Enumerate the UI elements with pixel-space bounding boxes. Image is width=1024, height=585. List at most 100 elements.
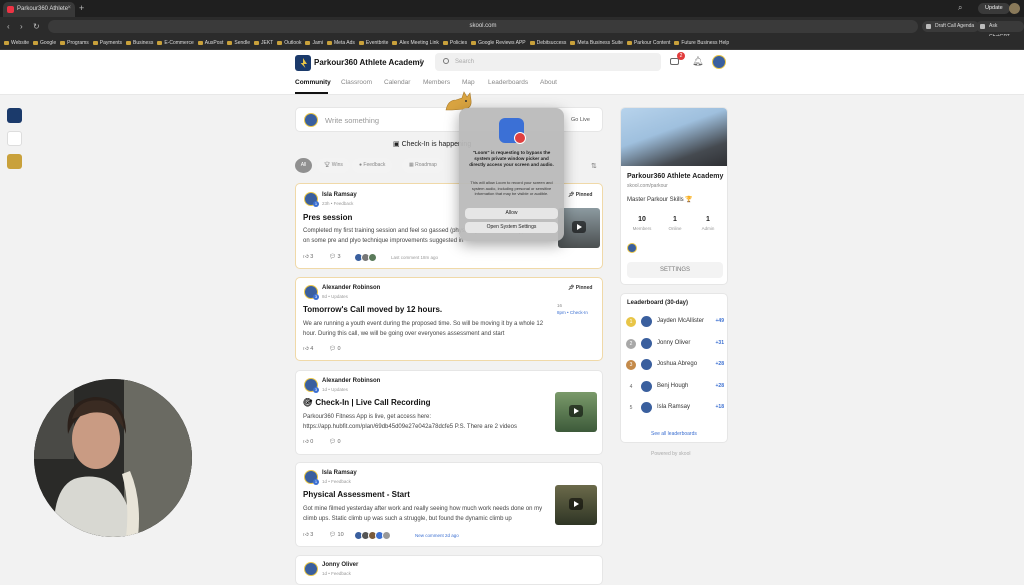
bookmark-item[interactable]: Meta Ads: [327, 36, 355, 49]
video-thumbnail[interactable]: [555, 392, 597, 432]
comment-count[interactable]: 💬︎ 3: [329, 254, 341, 260]
community-logo[interactable]: [295, 55, 311, 71]
open-system-settings-button[interactable]: Open System Settings: [465, 222, 558, 233]
author-name[interactable]: Isla Ramsay: [322, 470, 357, 476]
bookmark-item[interactable]: E-Commerce: [157, 36, 194, 49]
filter-feedback[interactable]: ● Feedback: [352, 158, 393, 173]
settings-button[interactable]: SETTINGS: [627, 262, 723, 278]
tab-members[interactable]: Members: [423, 79, 450, 86]
leaderboard-row[interactable]: 2 Jonny Oliver +31: [626, 337, 724, 351]
member-name[interactable]: Benj Hough: [657, 383, 688, 389]
leaderboard-row[interactable]: 5 Isla Ramsay +18: [626, 401, 724, 415]
leaderboard-row[interactable]: 3 Joshua Abrego +28: [626, 358, 724, 372]
admin-avatar[interactable]: [627, 243, 637, 253]
bookmark-item[interactable]: Future Business Help: [674, 36, 729, 49]
user-avatar[interactable]: [712, 55, 726, 69]
browser-tab[interactable]: Parkour360 Athlete ×: [3, 2, 75, 17]
new-tab-button[interactable]: +: [79, 3, 84, 13]
filter-roadmap[interactable]: ▦ Roadmap: [402, 158, 444, 173]
filter-settings-icon[interactable]: ⇅: [591, 162, 597, 170]
bookmark-item[interactable]: Meta Business Suite: [570, 36, 623, 49]
member-avatar[interactable]: [641, 402, 652, 413]
bookmark-item[interactable]: Outlook: [277, 36, 301, 49]
about-url[interactable]: skool.com/parkour: [627, 183, 668, 189]
community-runner-icon[interactable]: [7, 131, 22, 146]
go-live-button[interactable]: Go Live: [571, 117, 590, 123]
bookmark-item[interactable]: Google Reviews APP: [471, 36, 526, 49]
leaderboard-row[interactable]: 4 Benj Hough +28: [626, 380, 724, 394]
url-field[interactable]: skool.com: [48, 20, 918, 33]
post-card[interactable]: 1 Isla Ramsay 1d • Feedback Physical Ass…: [295, 462, 603, 547]
like-count[interactable]: 👍︎ 4: [303, 346, 313, 352]
post-card[interactable]: 3 Alexander Robinson 8d • Updates 📌︎ Pin…: [295, 277, 603, 361]
bookmark-item[interactable]: Programs: [60, 36, 89, 49]
tab-calendar[interactable]: Calendar: [384, 79, 410, 86]
author-avatar[interactable]: [304, 562, 318, 576]
bookmark-item[interactable]: AusPost: [197, 36, 223, 49]
tab-map[interactable]: Map: [462, 79, 475, 86]
video-thumbnail[interactable]: [555, 485, 597, 525]
cover-image[interactable]: [621, 108, 727, 166]
close-tab-icon[interactable]: ×: [67, 5, 71, 11]
tab-classroom[interactable]: Classroom: [341, 79, 372, 86]
bookmark-item[interactable]: Google: [32, 36, 56, 49]
member-name[interactable]: Isla Ramsay: [657, 404, 690, 410]
post-title[interactable]: Pres session: [303, 213, 352, 222]
allow-button[interactable]: Allow: [465, 208, 558, 219]
forward-arrow-icon[interactable]: ›: [20, 22, 23, 31]
powered-by-skool[interactable]: Powered by skool: [651, 451, 690, 457]
filter-wins[interactable]: 🏆︎ Wins: [317, 158, 350, 173]
event-label[interactable]: 8pm • Check-In: [557, 310, 588, 315]
video-thumbnail[interactable]: [558, 208, 600, 248]
member-avatar[interactable]: [641, 337, 652, 349]
bookmark-item[interactable]: JEKT: [253, 36, 273, 49]
tab-leaderboards[interactable]: Leaderboards: [488, 79, 528, 86]
search-input[interactable]: Search: [435, 53, 661, 71]
post-card[interactable]: Jonny Oliver 1d • Feedback: [295, 555, 603, 585]
bookmark-item[interactable]: Website: [4, 36, 29, 49]
bell-icon[interactable]: 🔔︎: [692, 56, 703, 67]
community-name[interactable]: Parkour360 Athlete Academy: [314, 58, 424, 67]
profile-avatar[interactable]: [1009, 3, 1020, 14]
like-count[interactable]: 👍︎ 0: [303, 439, 313, 445]
bookmark-item[interactable]: Sendle: [227, 36, 250, 49]
bookmark-item[interactable]: Eventbrite: [358, 36, 388, 49]
comment-count[interactable]: 💬︎ 0: [329, 439, 341, 445]
reload-icon[interactable]: ↻: [33, 22, 40, 31]
bookmark-item[interactable]: Debitsuccess: [529, 36, 566, 49]
comment-count[interactable]: 💬︎ 0: [329, 346, 341, 352]
tab-about[interactable]: About: [540, 79, 557, 86]
bookmark-item[interactable]: Jami: [305, 36, 323, 49]
bookmark-item[interactable]: Parkour Content: [626, 36, 670, 49]
author-name[interactable]: Alexander Robinson: [322, 378, 380, 384]
like-count[interactable]: 👍︎ 3: [303, 254, 313, 260]
bookmark-item[interactable]: Business: [126, 36, 153, 49]
post-title[interactable]: 🎯︎ Check-In | Live Call Recording: [303, 398, 431, 407]
post-title[interactable]: Physical Assessment - Start: [303, 490, 410, 499]
filter-all[interactable]: All: [295, 158, 312, 173]
draft-call-agenda-button[interactable]: Draft Call Agenda: [922, 21, 980, 32]
ask-chatgpt-button[interactable]: Ask ChatGPT: [976, 21, 1024, 40]
member-name[interactable]: Jonny Oliver: [657, 340, 690, 346]
member-name[interactable]: Jayden McAllister: [657, 318, 704, 324]
member-avatar[interactable]: [641, 380, 652, 392]
see-all-leaderboards-link[interactable]: See all leaderboards: [651, 431, 697, 437]
webcam-bubble[interactable]: [34, 379, 192, 537]
post-title[interactable]: Tomorrow's Call moved by 12 hours.: [303, 305, 442, 314]
bookmark-item[interactable]: Alex Meeting Link: [392, 36, 439, 49]
update-button[interactable]: Update: [978, 3, 1010, 14]
back-arrow-icon[interactable]: ‹: [7, 22, 10, 31]
author-name[interactable]: Isla Ramsay: [322, 192, 357, 198]
member-avatar[interactable]: [641, 359, 652, 370]
comment-count[interactable]: 💬︎ 10: [329, 532, 344, 538]
community-parkour-icon[interactable]: [7, 108, 22, 123]
post-card[interactable]: 3 Alexander Robinson 1d • Updates 🎯︎ Che…: [295, 370, 603, 455]
bookmark-item[interactable]: Policies: [442, 36, 467, 49]
bookmark-item[interactable]: Payments: [92, 36, 122, 49]
member-name[interactable]: Joshua Abrego: [657, 361, 697, 367]
search-tabs-icon[interactable]: ⌕: [958, 3, 962, 13]
leaderboard-row[interactable]: 1 Jayden McAllister +49: [626, 315, 724, 329]
author-name[interactable]: Jonny Oliver: [322, 562, 358, 568]
tab-community[interactable]: Community: [295, 79, 331, 86]
community-third-icon[interactable]: [7, 154, 22, 169]
